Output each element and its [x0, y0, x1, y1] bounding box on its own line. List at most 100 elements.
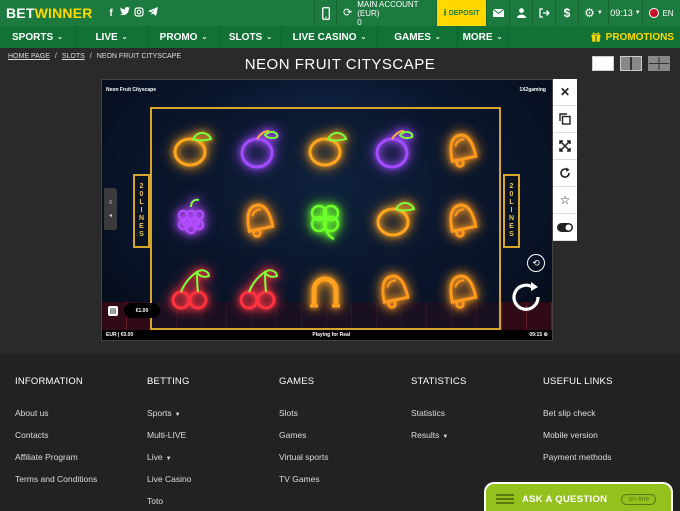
favorite-button[interactable]: ☆: [553, 187, 577, 214]
game-frame[interactable]: Neon Fruit Cityscape 1X2gaming 20LINES 2…: [101, 79, 553, 341]
bet-control[interactable]: ▤ €1.00: [108, 303, 160, 318]
footer-link[interactable]: Virtual sports: [279, 452, 328, 462]
footer-heading: STATISTICS: [411, 376, 467, 387]
star-icon: ☆: [559, 193, 571, 207]
footer-link[interactable]: Mobile version: [543, 430, 613, 440]
chevron-down-icon: ⌄: [496, 34, 503, 41]
clock-display: 09:13 ▼: [608, 0, 642, 26]
horseshoe-symbol-icon: [310, 276, 341, 308]
chevron-down-icon: ⌄: [121, 34, 128, 41]
spin-icon: [512, 282, 540, 311]
footer-link[interactable]: Live ▼: [147, 452, 191, 462]
chevron-down-icon: ⌄: [57, 34, 63, 41]
reel-cell: [427, 113, 495, 183]
footer-heading: USEFUL LINKS: [543, 376, 613, 387]
game-status-bar: EUR | €0.00 Playing for Real 09:15 ⚙: [102, 330, 552, 340]
footer-link[interactable]: Games: [279, 430, 328, 440]
telegram-icon[interactable]: [148, 7, 158, 19]
user-icon: [516, 8, 526, 18]
footer-link[interactable]: Payment methods: [543, 452, 613, 462]
autoplay-button[interactable]: ⟲: [527, 254, 545, 272]
caret-down-icon: ▼: [165, 456, 172, 462]
reel-cell: [427, 254, 495, 324]
nav-games[interactable]: GAMES ⌄: [378, 26, 458, 48]
chevron-down-icon: ▼: [596, 10, 603, 16]
footer-link[interactable]: Terms and Conditions: [15, 474, 97, 484]
reel-cell: [292, 183, 360, 253]
main-account[interactable]: ⟳ MAIN ACCOUNT (EUR) 0: [336, 0, 436, 27]
settings-button[interactable]: ⚙ ▼: [578, 0, 608, 26]
deposit-button[interactable]: ⭳ DEPOSIT: [436, 0, 486, 26]
footer-column-games: GAMES Slots Games Virtual sports TV Game…: [279, 376, 328, 496]
reels: [150, 107, 501, 330]
nav-live[interactable]: LIVE ⌄: [76, 26, 148, 48]
coins-icon[interactable]: ▤: [108, 305, 118, 316]
spin-button[interactable]: [507, 278, 545, 316]
footer-link[interactable]: Live Casino: [147, 474, 191, 484]
facebook-icon[interactable]: f: [106, 8, 116, 19]
mobile-app-button[interactable]: [314, 0, 336, 26]
reel-cell: [224, 113, 292, 183]
logout-button[interactable]: [532, 0, 555, 26]
footer-link[interactable]: Sports ▼: [147, 408, 191, 418]
uk-flag-icon: [649, 8, 660, 18]
footer-link[interactable]: Toto: [147, 496, 191, 506]
envelope-icon: [492, 9, 504, 17]
toggle-switch[interactable]: [553, 214, 577, 241]
refresh-icon[interactable]: ⟳: [343, 7, 352, 18]
bell-symbol-icon: [449, 204, 478, 239]
footer-link[interactable]: Multi-LIVE: [147, 430, 191, 440]
nav-sports[interactable]: SPORTS ⌄: [0, 26, 76, 48]
payments-button[interactable]: $: [555, 0, 578, 26]
nav-promo[interactable]: PROMO ⌄: [148, 26, 220, 48]
ask-question-chat-button[interactable]: ASK A QUESTION on-line: [484, 482, 673, 511]
fullscreen-icon: [559, 140, 571, 152]
footer-link[interactable]: About us: [15, 408, 97, 418]
bell-symbol-icon: [246, 204, 275, 239]
reel-cell: [359, 183, 427, 253]
footer-heading: GAMES: [279, 376, 315, 387]
promotions-link[interactable]: PROMOTIONS: [591, 32, 680, 43]
instagram-icon[interactable]: [134, 6, 144, 20]
bell-symbol-icon: [449, 274, 478, 309]
chevron-down-icon: ⌄: [201, 34, 208, 41]
footer-link[interactable]: TV Games: [279, 474, 328, 484]
reload-button[interactable]: [553, 160, 577, 187]
footer-link[interactable]: Contacts: [15, 430, 97, 440]
side-panel-toggle[interactable]: ≡ ◂: [104, 188, 117, 230]
split-view-button[interactable]: [620, 56, 642, 71]
footer-link[interactable]: Affiliate Program: [15, 452, 97, 462]
messages-button[interactable]: [486, 0, 509, 26]
footer-column-betting: BETTING Sports ▼ Multi-LIVE Live ▼ Live Ca…: [147, 376, 191, 511]
reel-cell: [427, 183, 495, 253]
bet-value[interactable]: €1.00: [124, 303, 160, 318]
footer-link[interactable]: Bet slip check: [543, 408, 613, 418]
lemon-symbol-icon: [376, 202, 416, 237]
twitter-icon[interactable]: [120, 7, 130, 19]
chevron-down-icon: ⌄: [434, 34, 441, 41]
language-selector[interactable]: EN: [642, 0, 680, 26]
profile-button[interactable]: [509, 0, 532, 26]
footer-link[interactable]: Statistics: [411, 408, 466, 418]
single-view-button[interactable]: [592, 56, 614, 71]
game-side-controls: ✕ ☆: [553, 79, 577, 241]
close-game-button[interactable]: ✕: [553, 79, 577, 106]
dollar-icon: $: [563, 6, 571, 20]
reel-cell: [156, 113, 224, 183]
quad-view-button[interactable]: [648, 56, 670, 71]
nav-slots[interactable]: SLOTS ⌄: [220, 26, 282, 48]
social-links: f: [106, 6, 196, 20]
lemon-symbol-icon: [308, 132, 348, 167]
caret-down-icon: ▼: [174, 412, 181, 418]
copy-icon: [559, 113, 571, 125]
nav-live-casino[interactable]: LIVE CASINO ⌄: [282, 26, 378, 48]
copy-button[interactable]: [553, 106, 577, 133]
footer-link[interactable]: Results ▼: [411, 430, 466, 440]
deposit-icon: ⭳: [443, 7, 447, 17]
fullscreen-button[interactable]: [553, 133, 577, 160]
settings-icon[interactable]: ⚙: [544, 332, 548, 338]
nav-more[interactable]: MORE ⌄: [458, 26, 508, 48]
lines-panel-left: 20LINES: [133, 174, 150, 248]
footer-link[interactable]: Slots: [279, 408, 328, 418]
betwinner-logo[interactable]: BETWINNER: [0, 5, 106, 21]
